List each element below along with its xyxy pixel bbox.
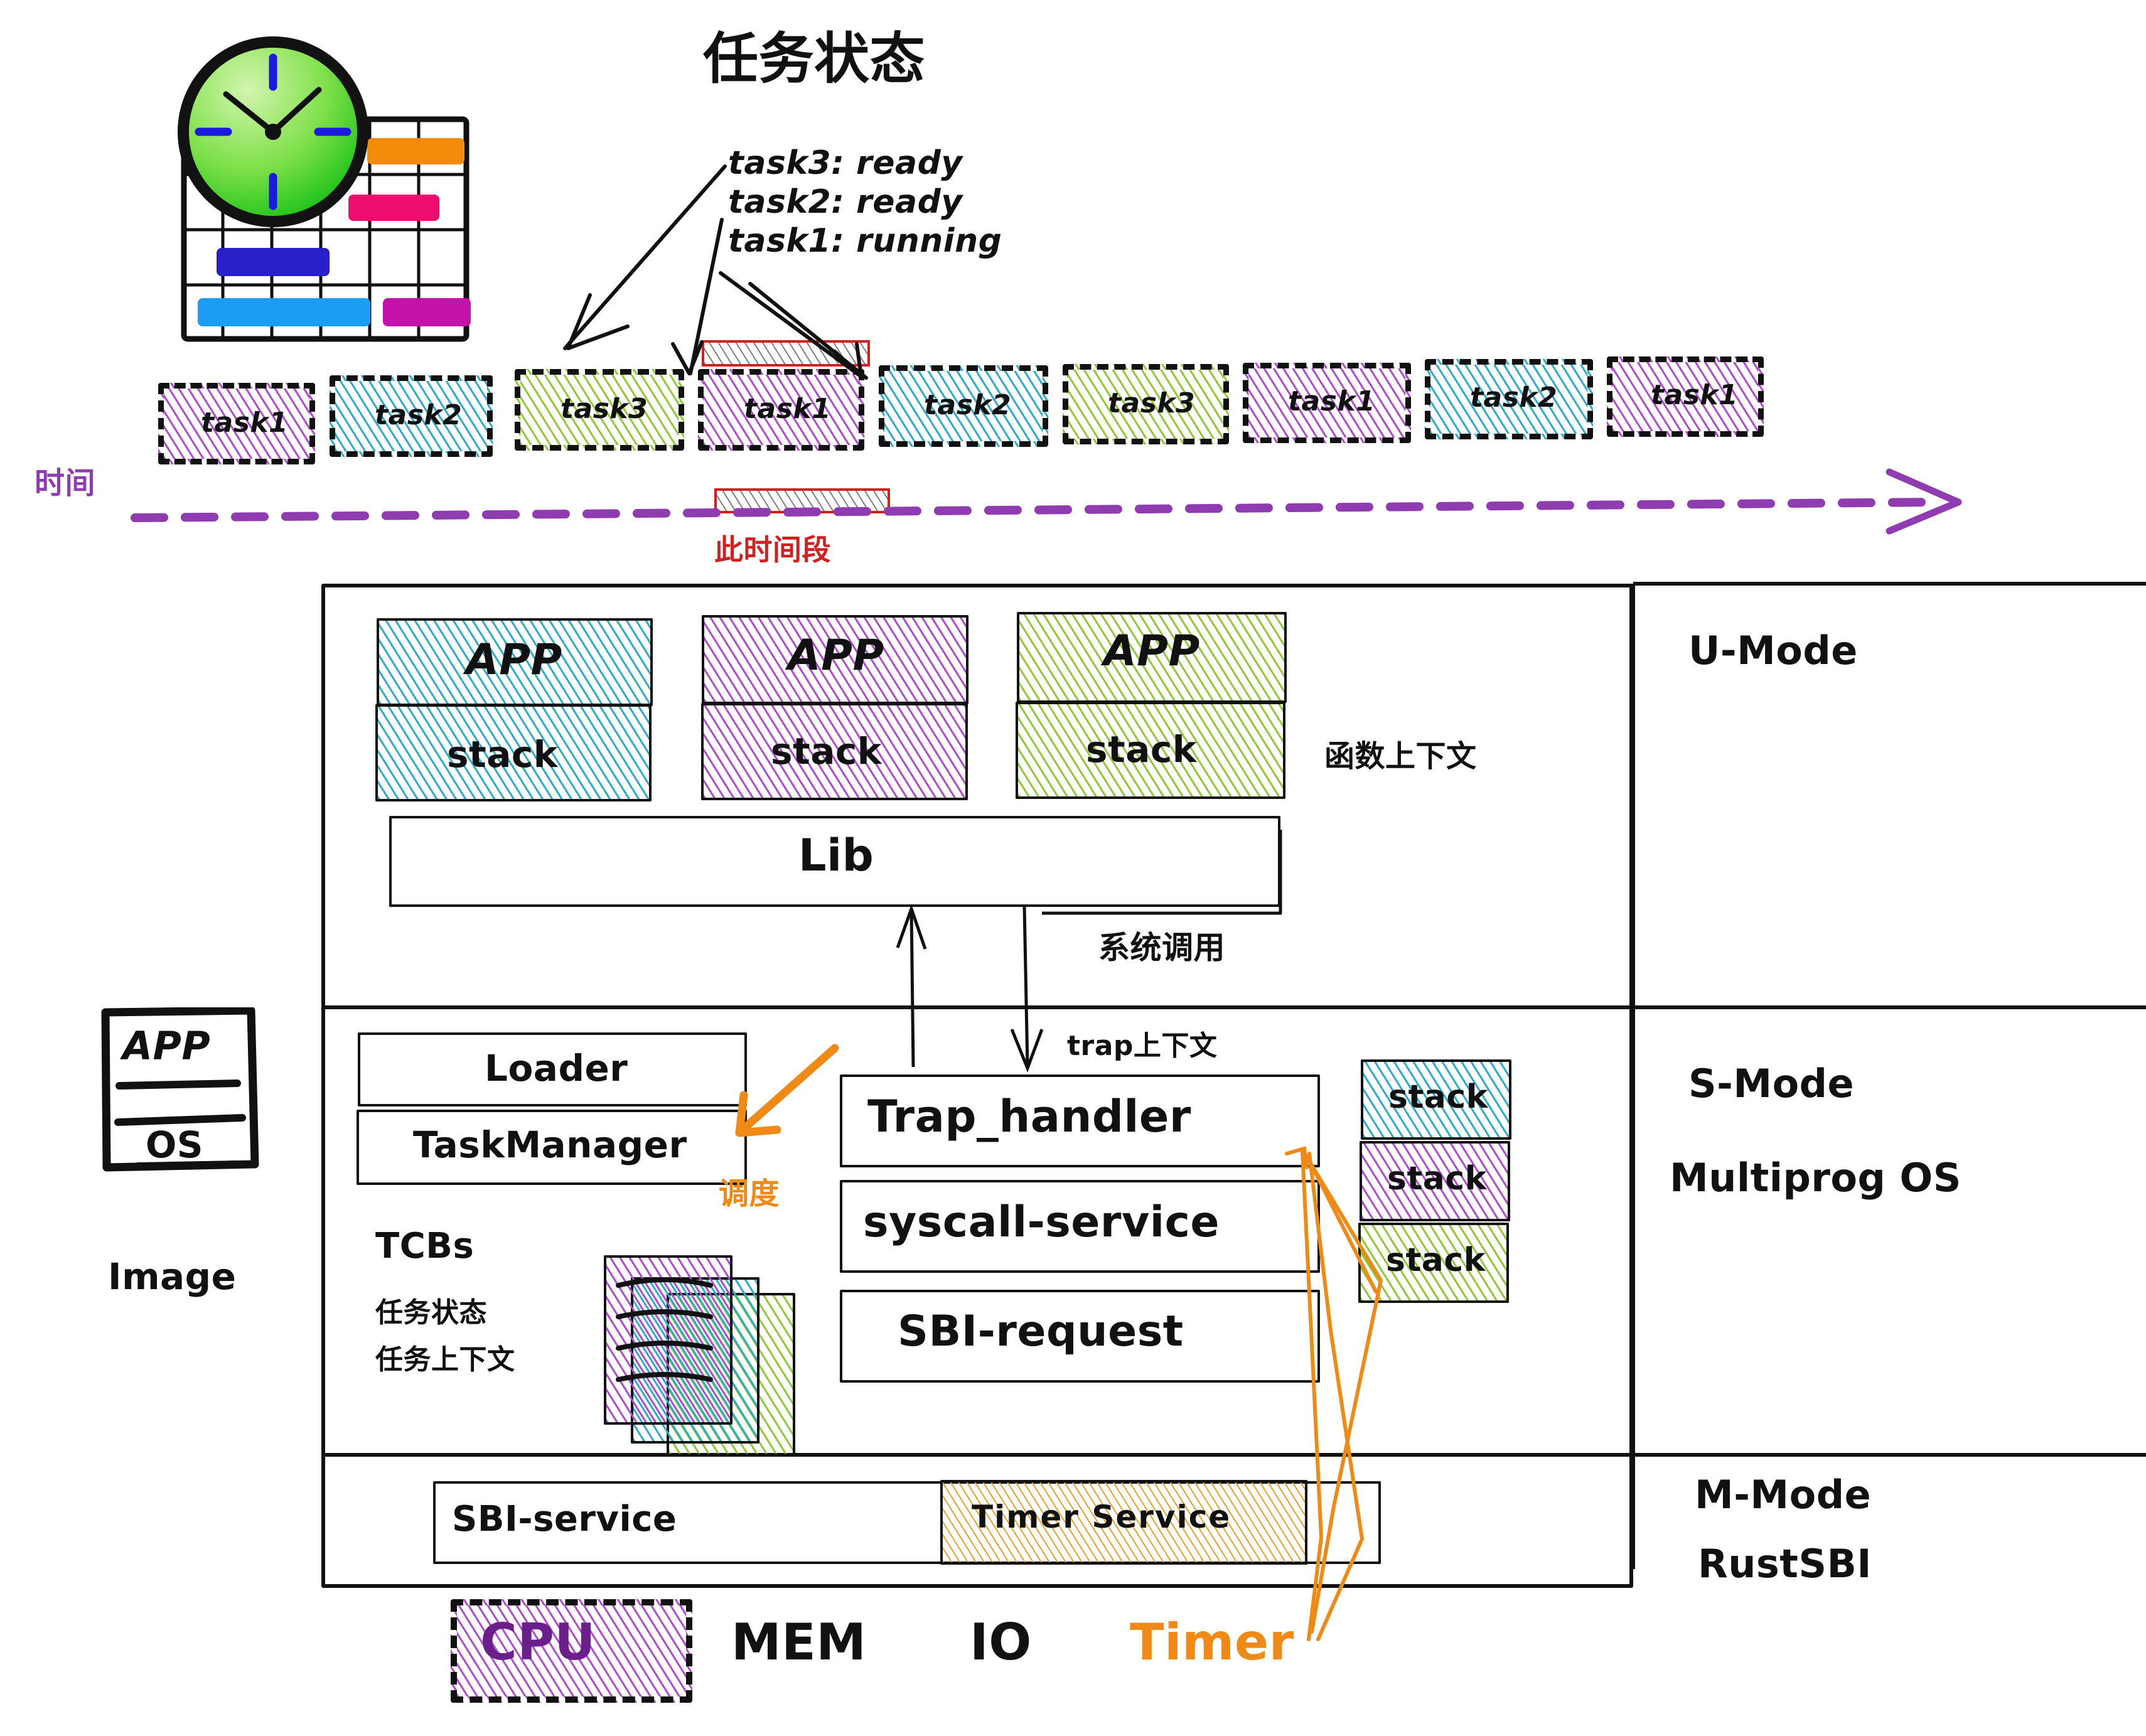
app-label: APP: [466, 635, 562, 685]
image-box-app-label: APP: [122, 1023, 211, 1069]
highlight-box-bottom: [714, 488, 890, 513]
highlight-label: 此时间段: [714, 533, 831, 567]
timeline-slice-label: task3: [561, 393, 648, 425]
loader-label: Loader: [485, 1047, 628, 1090]
mode-label-s: S-Mode: [1688, 1061, 1855, 1106]
annotation-function-context: 函数上下文: [1324, 739, 1477, 774]
mode-label-m: M-Mode: [1695, 1472, 1872, 1518]
app-label: APP: [1103, 626, 1200, 676]
taskmanager-label: TaskManager: [413, 1123, 687, 1166]
app-label: APP: [788, 631, 884, 680]
mode-label-s-os: Multiprog OS: [1670, 1155, 1961, 1201]
image-box-caption: Image: [108, 1255, 237, 1298]
app-stack-label: stack: [447, 733, 558, 776]
tcb-card: [604, 1255, 732, 1425]
syscall-service-label: syscall-service: [863, 1198, 1220, 1247]
lib-label: Lib: [798, 830, 874, 881]
app-stack-label: stack: [1086, 728, 1197, 771]
image-box-os-label: OS: [146, 1123, 204, 1166]
hw-timer-label: Timer: [1130, 1613, 1294, 1671]
gantt-clock-icon: [160, 19, 493, 370]
timeline-slice-label: task1: [201, 407, 289, 439]
timer-service-label: Timer Service: [972, 1499, 1231, 1535]
kernel-stack-label: stack: [1388, 1078, 1488, 1116]
sbi-service-label: SBI-service: [452, 1499, 677, 1540]
page-title: 任务状态: [703, 26, 926, 91]
hw-cpu-label: CPU: [480, 1613, 596, 1671]
mode-label-m-os: RustSBI: [1698, 1541, 1872, 1587]
trap-handler-label: Trap_handler: [867, 1091, 1191, 1142]
highlight-box-top: [702, 340, 870, 367]
task-state-list: task3: ready task2: ready task1: running: [728, 144, 1002, 261]
mode-label-u: U-Mode: [1688, 628, 1858, 673]
tcbs-title: TCBs: [375, 1226, 475, 1267]
task-state-item: task3: ready: [728, 144, 963, 182]
timeline-slice-label: task1: [744, 393, 832, 425]
timeline-slice-label: task2: [1470, 382, 1558, 414]
schedule-label: 调度: [719, 1176, 780, 1211]
app-stack-label: stack: [771, 730, 882, 773]
timeline-slice-label: task2: [924, 389, 1012, 421]
hw-mem-label: MEM: [731, 1613, 867, 1671]
hw-io-label: IO: [970, 1613, 1032, 1671]
time-axis-label: 时间: [35, 466, 96, 501]
kernel-stack-label: stack: [1387, 1160, 1487, 1198]
timeline-slice-label: task2: [375, 399, 463, 431]
task-state-item: task2: ready: [728, 183, 963, 221]
timeline-slice-label: task1: [1651, 379, 1739, 411]
annotation-syscall: 系统调用: [1098, 930, 1225, 966]
tcbs-line: 任务状态: [375, 1297, 487, 1329]
annotation-trap-context: trap上下文: [1067, 1030, 1218, 1062]
sbi-request-label: SBI-request: [898, 1307, 1184, 1356]
tcbs-line: 任务上下文: [375, 1344, 515, 1376]
task-state-item: task1: running: [728, 222, 1002, 260]
kernel-stack-label: stack: [1386, 1241, 1486, 1279]
timeline-slice-label: task1: [1288, 385, 1376, 417]
timeline-slice-label: task3: [1108, 387, 1196, 419]
